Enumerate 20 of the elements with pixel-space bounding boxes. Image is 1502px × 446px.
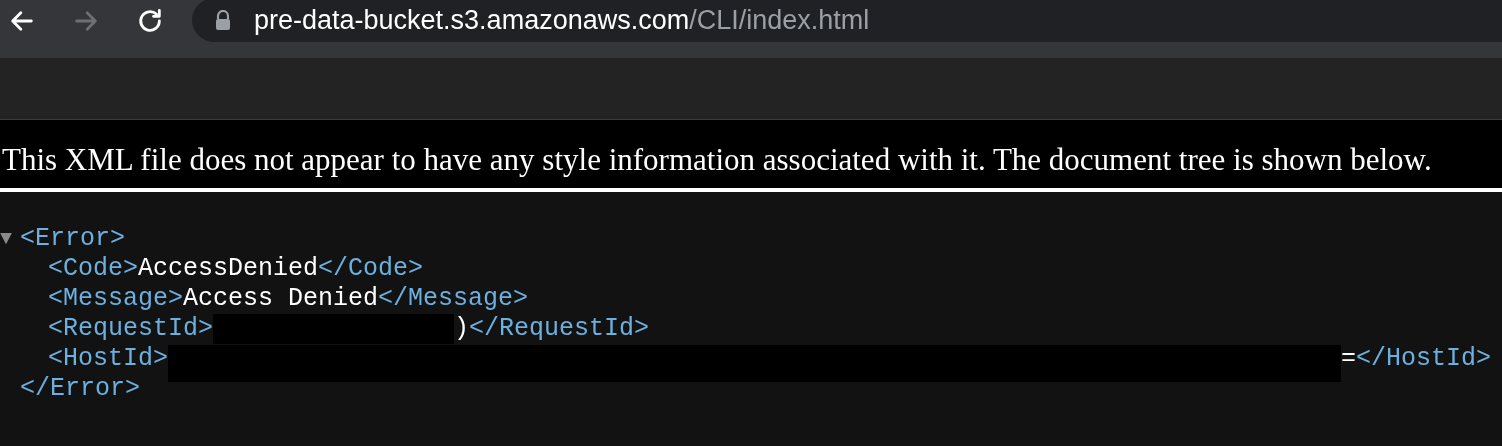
xml-value: =	[1341, 344, 1357, 374]
xml-tag: </HostId>	[1356, 344, 1492, 374]
reload-icon	[136, 7, 164, 35]
xml-value: )	[454, 314, 470, 344]
xml-notice: This XML file does not appear to have any style information associated with it. The document tree is shown below.	[1, 142, 1433, 178]
xml-value: AccessDenied	[138, 254, 319, 284]
address-bar[interactable]: pre-data-bucket.s3.amazonaws.com/CLI/index.html	[192, 0, 1502, 42]
xml-tag: <RequestId>	[48, 314, 214, 344]
xml-tag: </Message>	[378, 284, 529, 314]
collapse-toggle[interactable]: ▼	[0, 224, 20, 254]
xml-tag: </Error>	[20, 374, 141, 403]
xml-tag: <HostId>	[48, 344, 169, 374]
xml-value: Access Denied	[183, 284, 379, 314]
xml-tag: <Code>	[48, 254, 138, 284]
xml-tag: <Message>	[48, 284, 184, 314]
xml-tag: </RequestId>	[469, 314, 650, 344]
lock-icon	[214, 10, 232, 30]
xml-tag: </Code>	[318, 254, 424, 284]
xml-tag: <Error>	[20, 224, 126, 254]
url-text: pre-data-bucket.s3.amazonaws.com/CLI/index.html	[254, 3, 870, 37]
